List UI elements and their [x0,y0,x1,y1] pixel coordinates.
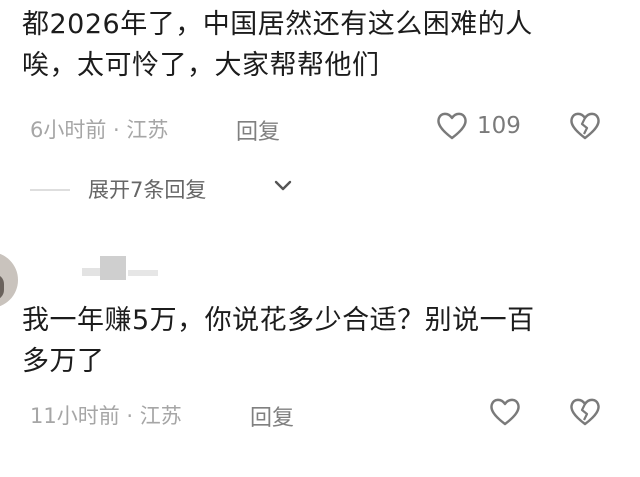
comment-text-line: 我一年赚5万，你说花多少合适？别说一百 [22,305,535,336]
comment-text-line: 多万了 [22,346,105,377]
comment-text-line: 唉，太可怜了，大家帮帮他们 [22,50,380,81]
comment-time-location: 6小时前 · 江苏 [30,118,169,142]
broken-heart-icon[interactable] [568,396,602,428]
divider [30,189,70,191]
comment-time-location: 11小时前 · 江苏 [30,404,182,428]
heart-icon[interactable] [488,396,522,428]
redacted-username [100,256,126,280]
comment-text: 都2026年了，中国居然还有这么困难的人 唉，太可怜了，大家帮帮他们 [22,4,622,86]
expand-replies[interactable]: 展开7条回复 [30,173,330,205]
reply-button[interactable]: 回复 [250,400,294,432]
comment-text: 我一年赚5万，你说花多少合适？别说一百 多万了 [22,300,622,382]
heart-icon[interactable] [435,110,469,142]
avatar[interactable] [0,252,18,308]
broken-heart-icon[interactable] [568,110,602,142]
redacted-username [128,270,158,276]
expand-replies-label[interactable]: 展开7条回复 [88,174,206,204]
like-count: 109 [477,113,521,139]
comment-text-line: 都2026年了，中国居然还有这么困难的人 [22,9,533,40]
comment-meta-row: 11小时前 · 江苏 回复 [30,396,620,432]
comment-meta-row: 6小时前 · 江苏 回复 109 [30,110,620,146]
chevron-down-icon[interactable] [273,179,293,193]
reply-button[interactable]: 回复 [236,114,280,146]
